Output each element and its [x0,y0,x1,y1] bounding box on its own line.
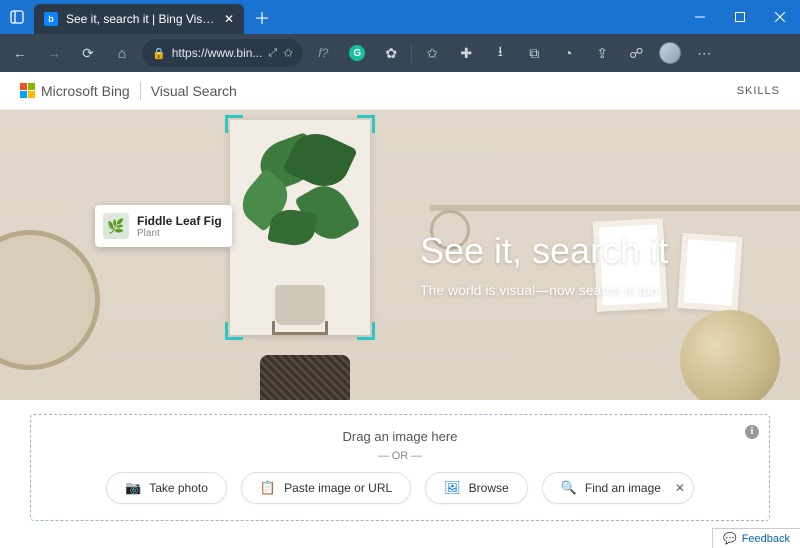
close-tab-icon[interactable]: ✕ [224,12,234,26]
paste-label: Paste image or URL [284,481,392,495]
microsoft-logo-icon [20,83,35,98]
close-window-button[interactable] [760,0,800,34]
image-icon: 🖼 [444,480,461,496]
hero-text: See it, search it The world is visual—no… [420,230,668,298]
favorite-star-icon[interactable]: ✩ [283,46,293,60]
result-callout[interactable]: 🌿 Fiddle Leaf Fig Plant [95,205,232,247]
crop-corner-icon[interactable] [357,115,375,133]
find-image-button[interactable]: 🔍 Find an image ✕ [542,472,694,504]
home-button[interactable]: ⌂ [108,39,136,67]
feedback-icon: 💬 [723,532,737,545]
hero-section: 🌿 Fiddle Leaf Fig Plant See it, search i… [0,110,800,400]
new-tab-button[interactable]: ＋ [244,5,280,29]
more-menu-icon[interactable]: ⋯ [690,39,718,67]
ext-f-icon[interactable]: f? [309,39,337,67]
screenshot-icon[interactable]: ⧉ [520,39,548,67]
bing-favicon-icon: b [44,12,58,26]
browser-toolbar: ← → ⟳ ⌂ 🔒 https://www.bin... ⤢ ✩ f? G ✿ … [0,34,800,72]
skills-link[interactable]: SKILLS [737,85,780,97]
lock-icon: 🔒 [152,47,166,60]
visual-search-crop-box[interactable] [225,115,375,340]
forward-button[interactable]: → [40,39,68,67]
callout-title: Fiddle Leaf Fig [137,214,222,228]
clear-icon[interactable]: ✕ [675,481,685,495]
leaf-thumbnail-icon: 🌿 [103,213,129,239]
callout-subtitle: Plant [137,228,222,239]
site-header: Microsoft Bing Visual Search SKILLS [0,72,800,110]
hero-subtitle: The world is visual—now search is too [420,282,668,298]
grammarly-icon[interactable]: G [343,39,371,67]
favorites-icon[interactable]: ✩ [418,39,446,67]
decor-globe [680,310,780,400]
address-bar[interactable]: 🔒 https://www.bin... ⤢ ✩ [142,39,303,67]
camera-icon: 📷 [125,480,141,496]
image-dropzone[interactable]: i Drag an image here — OR — 📷 Take photo… [30,414,770,521]
take-photo-label: Take photo [149,481,208,495]
back-button[interactable]: ← [6,39,34,67]
info-icon[interactable]: i [745,425,759,439]
refresh-button[interactable]: ⟳ [74,39,102,67]
header-divider [140,82,141,100]
subbrand-text[interactable]: Visual Search [151,83,237,99]
link-icon[interactable]: ☍ [622,39,650,67]
url-text: https://www.bin... [172,46,263,60]
downloads-icon[interactable]: ⭳ [486,39,514,67]
feedback-label: Feedback [742,533,790,545]
search-icon: 🔍 [561,480,577,496]
zoom-icon[interactable]: ⤢ [268,47,277,60]
browser-tab[interactable]: b See it, search it | Bing Visual Sea ✕ [34,4,244,34]
decor-frame [677,233,742,312]
browse-button[interactable]: 🖼 Browse [425,472,528,504]
take-photo-button[interactable]: 📷 Take photo [106,472,227,504]
hero-title: See it, search it [420,230,668,272]
decor-basket [260,355,350,400]
toolbar-divider [411,43,412,63]
profile-avatar[interactable] [656,39,684,67]
minimize-button[interactable] [680,0,720,34]
feedback-button[interactable]: 💬 Feedback [712,528,800,548]
crop-corner-icon[interactable] [357,322,375,340]
brand-text[interactable]: Microsoft Bing [41,83,130,99]
app-icon[interactable]: ◔ [554,39,582,67]
window-titlebar: b See it, search it | Bing Visual Sea ✕ … [0,0,800,34]
crop-corner-icon[interactable] [225,322,243,340]
decor-mirror [0,230,100,370]
dropzone-title: Drag an image here [51,429,749,444]
share-icon[interactable]: ⇪ [588,39,616,67]
collections-icon[interactable]: ✚ [452,39,480,67]
browse-label: Browse [469,481,509,495]
tab-actions-icon[interactable] [0,10,34,24]
decor-shelf [430,205,800,211]
maximize-button[interactable] [720,0,760,34]
plant-image [230,120,370,335]
find-label: Find an image [585,481,661,495]
clipboard-icon: 📋 [260,480,276,496]
extensions-icon[interactable]: ✿ [377,39,405,67]
dropzone-or: — OR — [51,450,749,462]
paste-button[interactable]: 📋 Paste image or URL [241,472,411,504]
tab-title: See it, search it | Bing Visual Sea [66,12,216,26]
crop-corner-icon[interactable] [225,115,243,133]
